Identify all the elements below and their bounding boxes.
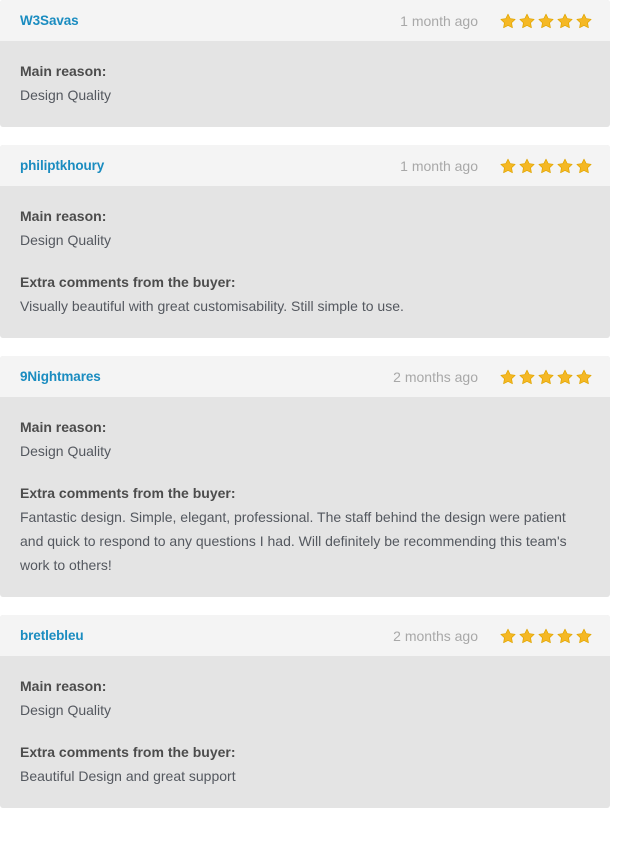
review-card: bretlebleu 2 months ago Main reason: Design… xyxy=(0,615,610,808)
star-rating xyxy=(500,158,592,174)
main-reason-block: Main reason: Design Quality xyxy=(20,674,590,722)
star-icon xyxy=(576,158,592,174)
extra-comments-block: Extra comments from the buyer: Beautiful … xyxy=(20,740,590,788)
extra-comments-value: Visually beautiful with great customisab… xyxy=(20,298,404,314)
review-timestamp: 2 months ago xyxy=(393,627,478,644)
extra-comments-block: Extra comments from the buyer: Fantastic … xyxy=(20,481,590,577)
star-icon xyxy=(576,628,592,644)
star-icon xyxy=(538,13,554,29)
extra-comments-label: Extra comments from the buyer: xyxy=(20,274,236,290)
star-icon xyxy=(519,158,535,174)
star-rating xyxy=(500,628,592,644)
main-reason-block: Main reason: Design Quality xyxy=(20,204,590,252)
star-icon xyxy=(576,13,592,29)
review-timestamp: 1 month ago xyxy=(400,12,478,29)
main-reason-label: Main reason: xyxy=(20,63,107,79)
review-body: Main reason: Design Quality Extra comments… xyxy=(0,397,610,597)
star-icon xyxy=(557,628,573,644)
reviews-list: W3Savas 1 month ago Main reason: Design Qua… xyxy=(0,0,617,808)
review-body: Main reason: Design Quality xyxy=(0,41,610,127)
star-icon xyxy=(519,628,535,644)
star-icon xyxy=(538,158,554,174)
star-rating xyxy=(500,13,592,29)
review-header: bretlebleu 2 months ago xyxy=(0,615,610,656)
star-icon xyxy=(500,13,516,29)
reviewer-name-link[interactable]: philiptkhoury xyxy=(20,158,104,173)
review-body: Main reason: Design Quality Extra comments… xyxy=(0,656,610,808)
review-header: 9Nightmares 2 months ago xyxy=(0,356,610,397)
star-icon xyxy=(500,158,516,174)
reviewer-name-link[interactable]: W3Savas xyxy=(20,13,79,28)
review-timestamp: 2 months ago xyxy=(393,368,478,385)
star-icon xyxy=(557,369,573,385)
star-icon xyxy=(500,628,516,644)
reviewer-name-link[interactable]: bretlebleu xyxy=(20,628,84,643)
main-reason-label: Main reason: xyxy=(20,419,107,435)
star-rating xyxy=(500,369,592,385)
extra-comments-value: Beautiful Design and great support xyxy=(20,768,236,784)
review-body: Main reason: Design Quality Extra comments… xyxy=(0,186,610,338)
extra-comments-block: Extra comments from the buyer: Visually b… xyxy=(20,270,590,318)
star-icon xyxy=(519,13,535,29)
main-reason-label: Main reason: xyxy=(20,208,107,224)
star-icon xyxy=(519,369,535,385)
review-card: W3Savas 1 month ago Main reason: Design Qua… xyxy=(0,0,610,127)
review-timestamp: 1 month ago xyxy=(400,157,478,174)
star-icon xyxy=(538,369,554,385)
review-card: 9Nightmares 2 months ago Main reason: Desig… xyxy=(0,356,610,597)
star-icon xyxy=(538,628,554,644)
star-icon xyxy=(557,13,573,29)
star-icon xyxy=(557,158,573,174)
star-icon xyxy=(576,369,592,385)
main-reason-block: Main reason: Design Quality xyxy=(20,59,590,107)
star-icon xyxy=(500,369,516,385)
main-reason-value: Design Quality xyxy=(20,443,112,459)
main-reason-value: Design Quality xyxy=(20,232,112,248)
extra-comments-label: Extra comments from the buyer: xyxy=(20,744,236,760)
review-header: philiptkhoury 1 month ago xyxy=(0,145,610,186)
main-reason-value: Design Quality xyxy=(20,87,112,103)
reviewer-name-link[interactable]: 9Nightmares xyxy=(20,369,101,384)
extra-comments-label: Extra comments from the buyer: xyxy=(20,485,236,501)
main-reason-label: Main reason: xyxy=(20,678,107,694)
extra-comments-value: Fantastic design. Simple, elegant, profe… xyxy=(20,509,567,573)
main-reason-value: Design Quality xyxy=(20,702,112,718)
main-reason-block: Main reason: Design Quality xyxy=(20,415,590,463)
review-card: philiptkhoury 1 month ago Main reason: Desi… xyxy=(0,145,610,338)
review-header: W3Savas 1 month ago xyxy=(0,0,610,41)
